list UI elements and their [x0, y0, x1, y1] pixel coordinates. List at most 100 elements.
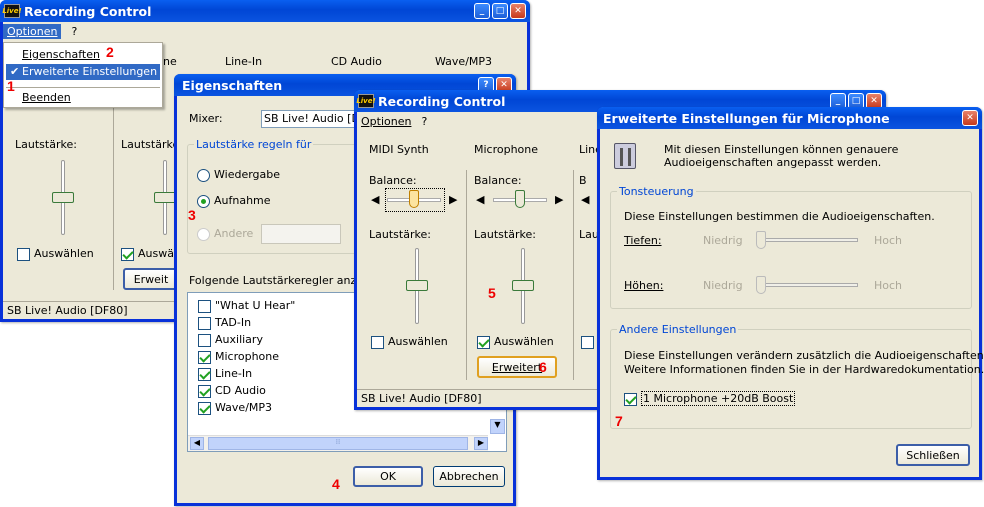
menu-options[interactable]: Optionen — [3, 23, 62, 39]
low-label: Niedrig — [703, 234, 743, 247]
maximize-button[interactable]: □ — [492, 3, 508, 19]
volume-slider-thumb[interactable] — [154, 192, 176, 203]
mic-boost-checkbox[interactable]: 1 Microphone +20dB Boost — [624, 391, 796, 406]
volume-slider-thumb[interactable] — [52, 192, 74, 203]
radio-other[interactable]: Andere — [197, 227, 253, 241]
mixer-select[interactable]: SB Live! Audio [DF8 — [261, 110, 361, 128]
list-item[interactable]: Line-In — [198, 367, 295, 384]
bass-slider-thumb[interactable] — [756, 231, 766, 249]
other-description-2: Weitere Informationen finden Sie in der … — [624, 363, 984, 376]
annotation-1: 1 — [7, 78, 15, 94]
menu-help[interactable]: ? — [421, 115, 427, 128]
column-header-partial: ne — [163, 55, 177, 68]
low-label: Niedrig — [703, 279, 743, 292]
checkbox-icon — [371, 335, 384, 349]
annotation-6: 6 — [539, 359, 547, 375]
list-item[interactable]: "What U Hear" — [198, 299, 295, 316]
tone-description: Diese Einstellungen bestimmen die Audioe… — [624, 210, 935, 223]
checkbox-icon — [624, 392, 637, 406]
volume-label: Lau — [579, 228, 599, 241]
column-header-microphone: Microphone — [474, 143, 539, 156]
menu-item-exit[interactable]: Beenden — [22, 91, 71, 104]
volume-slider-thumb[interactable] — [406, 280, 428, 291]
select-checkbox[interactable]: Auswählen — [17, 247, 94, 261]
annotation-4: 4 — [332, 476, 340, 492]
list-item[interactable]: CD Audio — [198, 384, 295, 401]
list-item-label: TAD-In — [215, 316, 252, 329]
list-item[interactable]: Wave/MP3 — [198, 401, 295, 418]
scroll-down-icon[interactable]: ▼ — [490, 419, 505, 434]
volume-label: Lautstärke: — [474, 228, 536, 241]
checkbox-icon — [198, 350, 211, 364]
balance-slider-thumb[interactable] — [409, 190, 419, 208]
speaker-right-icon: ▶ — [449, 193, 458, 206]
radio-playback[interactable]: Wiedergabe — [197, 168, 280, 182]
checkbox-icon — [198, 333, 211, 347]
column-header-line-in: Line-In — [225, 55, 263, 68]
controls-list-items: "What U Hear" TAD-In Auxiliary Microphone Li… — [198, 299, 295, 418]
list-item-label: Auxiliary — [215, 333, 263, 346]
list-item-label: Microphone — [215, 350, 280, 363]
title-bar[interactable]: Erweiterte Einstellungen für Microphone … — [597, 107, 982, 129]
menu-item-advanced[interactable]: ✔ Erweiterte Einstellungen — [6, 64, 160, 80]
intro-text: Mit diesen Einstellungen können genauere… — [664, 143, 899, 169]
select-checkbox[interactable]: Auswählen — [477, 335, 554, 349]
speaker-left-icon: ◀ — [476, 193, 485, 206]
column-header-wave: Wave/MP3 — [435, 55, 493, 68]
cancel-button[interactable]: Abbrechen — [433, 466, 505, 487]
horizontal-scrollbar[interactable]: ◀ ⁞⁞ ▶ — [188, 435, 488, 451]
treble-label: Höhen: — [624, 279, 664, 292]
checkbox-icon — [198, 401, 211, 415]
dialog-title: Eigenschaften — [182, 77, 283, 93]
radio-icon — [197, 227, 210, 241]
ok-button[interactable]: OK — [353, 466, 423, 487]
options-dropdown-menu: Eigenschaften ✔ Erweiterte Einstellungen … — [3, 42, 163, 108]
volume-slider-thumb[interactable] — [512, 280, 534, 291]
title-bar[interactable]: Live! Recording Control _ □ ✕ — [0, 0, 530, 22]
list-item[interactable]: Microphone — [198, 350, 295, 367]
other-select[interactable] — [261, 224, 341, 244]
scroll-right-icon[interactable]: ▶ — [474, 437, 488, 450]
mixer-label: Mixer: — [189, 112, 223, 125]
speaker-left-icon: ◀ — [581, 193, 590, 206]
close-dialog-button[interactable]: Schließen — [896, 444, 970, 466]
list-item[interactable]: TAD-In — [198, 316, 295, 333]
bass-label: Tiefen: — [624, 234, 662, 247]
select-checkbox[interactable]: Auswäh — [121, 247, 181, 261]
annotation-2: 2 — [106, 44, 114, 60]
balance-slider-thumb[interactable] — [515, 190, 525, 208]
checkbox-icon — [198, 299, 211, 313]
bass-slider-track[interactable] — [758, 238, 858, 242]
annotation-5: 5 — [488, 285, 496, 301]
volume-label: Lautstärke: — [369, 228, 431, 241]
menu-options[interactable]: Optionen — [361, 115, 411, 128]
checkbox-icon — [198, 384, 211, 398]
tone-group: Tonsteuerung — [610, 185, 972, 309]
advanced-button[interactable]: Erweit — [123, 268, 179, 290]
select-checkbox[interactable]: Auswählen — [371, 335, 448, 349]
list-item-label: CD Audio — [215, 384, 266, 397]
close-button[interactable]: ✕ — [510, 3, 526, 19]
app-logo-icon: Live! — [2, 4, 22, 18]
dialog-title: Erweiterte Einstellungen für Microphone — [603, 110, 890, 126]
close-button[interactable]: ✕ — [962, 110, 978, 126]
scroll-thumb[interactable]: ⁞⁞ — [208, 437, 468, 450]
checkbox-icon — [477, 335, 490, 349]
window-title: Recording Control — [24, 3, 152, 19]
scroll-left-icon[interactable]: ◀ — [190, 437, 204, 450]
treble-slider-track[interactable] — [758, 283, 858, 287]
select-checkbox[interactable] — [581, 335, 598, 349]
window-title: Recording Control — [378, 93, 506, 109]
menu-help[interactable]: ? — [71, 25, 77, 38]
mixer-icon — [614, 143, 636, 169]
column-header-midi: MIDI Synth — [369, 143, 429, 156]
list-item[interactable]: Auxiliary — [198, 333, 295, 350]
treble-slider-thumb[interactable] — [756, 276, 766, 294]
column-header-cd-audio: CD Audio — [331, 55, 382, 68]
annotation-7: 7 — [615, 413, 623, 429]
checkbox-icon — [581, 335, 594, 349]
minimize-button[interactable]: _ — [474, 3, 490, 19]
menu-bar: Optionen ? — [3, 22, 527, 40]
menu-item-properties[interactable]: Eigenschaften — [22, 48, 100, 61]
radio-record[interactable]: Aufnahme — [197, 194, 271, 208]
